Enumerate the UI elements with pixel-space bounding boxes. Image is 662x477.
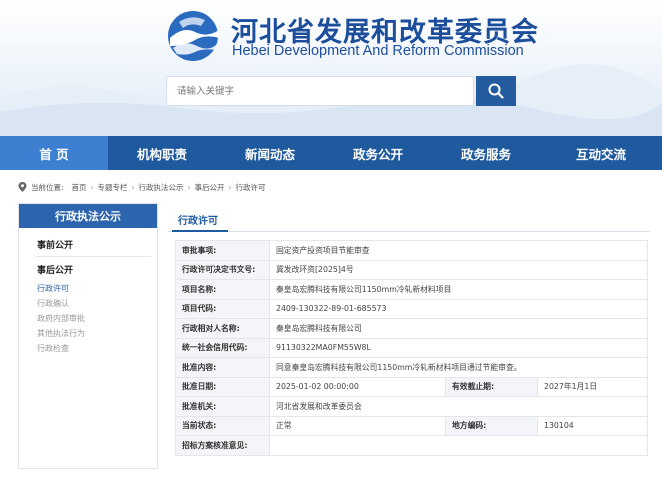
- main-content: 行政许可 审批事项: 固定资产投资项目节能审查 行政许可决定书文号: 冀发改环资…: [168, 203, 660, 469]
- table-row: 项目名称: 秦皇岛宏腾科技有限公司1150mm冷轧新材料项目: [175, 279, 649, 300]
- title-divider: [168, 231, 650, 232]
- nav-item-interaction[interactable]: 互动交流: [540, 136, 662, 170]
- breadcrumb-prefix: 当前位置:: [31, 182, 64, 192]
- breadcrumb-post-disclosure[interactable]: 事后公开: [195, 182, 225, 193]
- breadcrumb-current: 行政许可: [235, 182, 266, 192]
- site-logo[interactable]: 河北省发展和改革委员会 Hebei Development And Reform…: [165, 8, 538, 62]
- breadcrumb-topics[interactable]: 专题专栏: [98, 182, 128, 193]
- table-row: 行政许可决定书文号: 冀发改环资[2025]4号: [175, 259, 649, 280]
- main-nav: 首 页 机构职责 新闻动态 政务公开 政务服务 互动交流: [0, 136, 662, 170]
- sidebar-item-inspection[interactable]: 行政检查: [19, 341, 157, 356]
- table-row: 批准内容: 同意秦皇岛宏腾科技有限公司1150mm冷轧新材料项目通过节能审查。: [175, 357, 649, 378]
- row-label: 批准日期:: [175, 376, 270, 397]
- row-value: 同意秦皇岛宏腾科技有限公司1150mm冷轧新材料项目通过节能审查。: [268, 357, 649, 378]
- site-header: 河北省发展和改革委员会 Hebei Development And Reform…: [0, 0, 662, 136]
- row-value: 91130322MA0FM55W8L: [268, 337, 649, 358]
- sidebar-group-post[interactable]: 事后公开: [19, 257, 157, 281]
- sidebar-header: 行政执法公示: [19, 204, 157, 228]
- breadcrumb-separator: ›: [90, 182, 94, 192]
- table-row: 招标方案核准意见:: [175, 435, 649, 456]
- breadcrumb-separator: ›: [131, 182, 135, 192]
- row-value: 秦皇岛宏腾科技有限公司: [268, 318, 649, 339]
- sidebar-item-other-enforcement[interactable]: 其他执法行为: [19, 326, 157, 341]
- sidebar: 行政执法公示 事前公开 事后公开 行政许可 行政确认 政府内部审批 其他执法行为…: [18, 203, 158, 469]
- search-box: [166, 76, 474, 106]
- nav-item-news[interactable]: 新闻动态: [216, 136, 324, 170]
- sidebar-item-internal-approval[interactable]: 政府内部审批: [19, 311, 157, 326]
- row-value: 冀发改环资[2025]4号: [268, 259, 649, 280]
- table-row: 项目代码: 2409-130322-89-01-685573: [175, 298, 649, 319]
- page-title: 行政许可: [178, 216, 218, 227]
- row-value: [268, 435, 649, 456]
- search-icon: [488, 83, 504, 99]
- breadcrumb-separator: ›: [187, 182, 191, 192]
- row-label: 批准机关:: [175, 396, 270, 417]
- breadcrumb-separator: ›: [228, 182, 232, 192]
- table-row: 统一社会信用代码: 91130322MA0FM55W8L: [175, 337, 649, 358]
- row-label: 统一社会信用代码:: [175, 337, 270, 358]
- row-value: 秦皇岛宏腾科技有限公司1150mm冷轧新材料项目: [268, 279, 649, 300]
- row-label: 地方编码:: [445, 415, 538, 436]
- search-button[interactable]: [476, 76, 516, 106]
- row-label: 有效截止期:: [445, 376, 538, 397]
- sidebar-group-pre[interactable]: 事前公开: [19, 232, 157, 256]
- row-label: 项目代码:: [175, 298, 270, 319]
- row-label: 批准内容:: [175, 357, 270, 378]
- row-label: 当前状态:: [175, 415, 270, 436]
- row-label: 行政许可决定书文号:: [175, 259, 270, 280]
- table-row: 批准机关: 河北省发展和改革委员会: [175, 396, 649, 417]
- row-value: 2027年1月1日: [536, 376, 649, 397]
- table-row: 审批事项: 固定资产投资项目节能审查: [175, 240, 649, 261]
- title-underline: [172, 230, 228, 232]
- row-value: 固定资产投资项目节能审查: [268, 240, 649, 261]
- emblem-icon: [168, 11, 219, 61]
- breadcrumb: 当前位置: 首页 › 专题专栏 › 行政执法公示 › 事后公开 › 行政许可: [18, 181, 266, 193]
- nav-item-services[interactable]: 政务服务: [432, 136, 540, 170]
- nav-item-functions[interactable]: 机构职责: [108, 136, 216, 170]
- nav-item-home[interactable]: 首 页: [0, 136, 108, 170]
- site-title-en: Hebei Development And Reform Commission: [232, 43, 524, 59]
- sidebar-item-confirmation[interactable]: 行政确认: [19, 296, 157, 311]
- row-value: 130104: [536, 415, 649, 436]
- table-row: 当前状态: 正常 地方编码: 130104: [175, 415, 649, 436]
- row-label: 审批事项:: [175, 240, 270, 261]
- detail-table: 审批事项: 固定资产投资项目节能审查 行政许可决定书文号: 冀发改环资[2025…: [175, 240, 649, 456]
- row-value: 河北省发展和改革委员会: [268, 396, 649, 417]
- nav-item-gov-affairs[interactable]: 政务公开: [324, 136, 432, 170]
- breadcrumb-enforcement[interactable]: 行政执法公示: [139, 182, 184, 193]
- table-row: 行政相对人名称: 秦皇岛宏腾科技有限公司: [175, 318, 649, 339]
- row-label: 项目名称:: [175, 279, 270, 300]
- table-row: 批准日期: 2025-01-02 00:00:00 有效截止期: 2027年1月…: [175, 376, 649, 397]
- row-value: 2409-130322-89-01-685573: [268, 298, 649, 319]
- location-pin-icon: [18, 182, 27, 192]
- row-label: 行政相对人名称:: [175, 318, 270, 339]
- row-value: 2025-01-02 00:00:00: [269, 376, 446, 397]
- row-value: 正常: [269, 415, 446, 436]
- search-input[interactable]: [167, 77, 473, 105]
- breadcrumb-home[interactable]: 首页: [72, 182, 87, 193]
- sidebar-item-license[interactable]: 行政许可: [19, 281, 157, 296]
- row-label: 招标方案核准意见:: [175, 435, 270, 456]
